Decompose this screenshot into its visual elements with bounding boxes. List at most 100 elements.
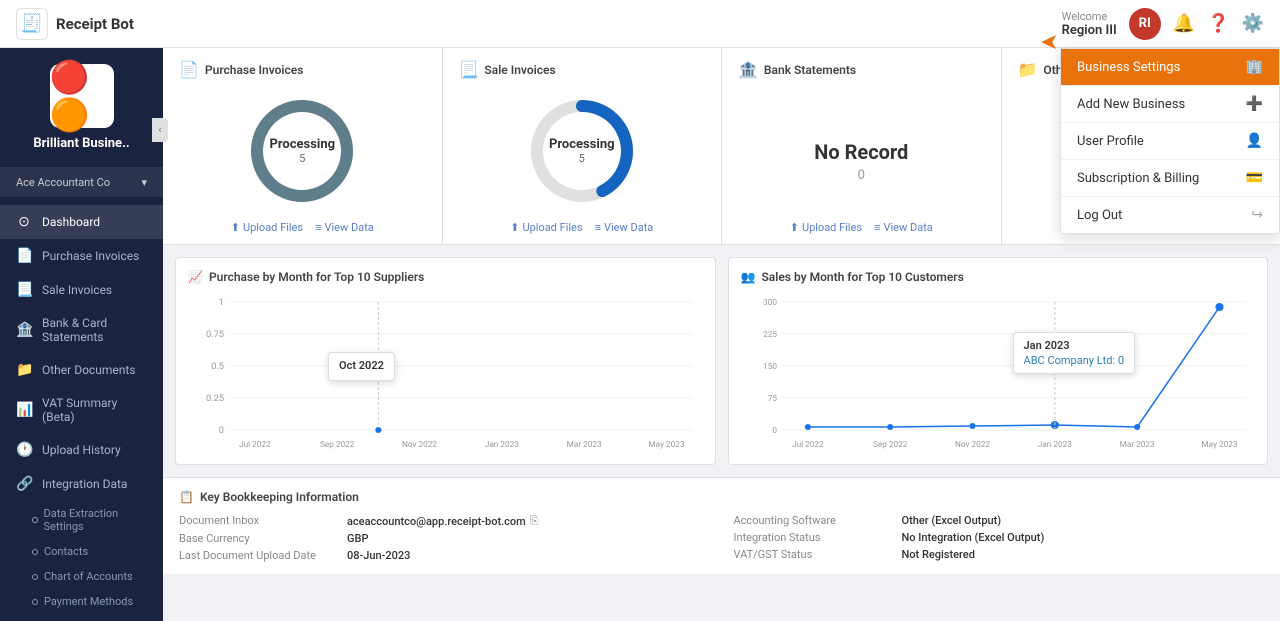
sidebar-item-integration-data[interactable]: 🔗 Integration Data [0, 467, 163, 501]
welcome-text: Welcome [1062, 10, 1117, 23]
topnav-right: Welcome Region III RI 🔔 ❓ ⚙️ [1062, 8, 1264, 40]
sidebar-profile: 🔴🟠 Brilliant Busine.. [0, 48, 163, 168]
svg-text:Sep 2022: Sep 2022 [320, 439, 355, 449]
business-name: Brilliant Busine.. [33, 136, 129, 151]
purchase-invoices-card-title: Purchase Invoices [205, 63, 303, 77]
avatar: RI [1129, 8, 1161, 40]
sidebar-item-upload-history[interactable]: 🕐 Upload History [0, 433, 163, 467]
copy-icon[interactable]: ⎘ [530, 514, 539, 528]
sidebar-item-bank-statements[interactable]: 🏦 Bank & Card Statements [0, 307, 163, 353]
chevron-down-icon: ▾ [141, 176, 147, 189]
card-header: 📃 Sale Invoices [459, 60, 706, 79]
keyinfo-value-vat-status: Not Registered [902, 548, 975, 561]
keyinfo-label-integration: Integration Status [734, 531, 894, 544]
upload-files-button[interactable]: ⬆ Upload Files [790, 221, 862, 234]
dot-icon [32, 574, 38, 580]
sidebar: 🔴🟠 Brilliant Busine.. Ace Accountant Co … [0, 48, 163, 621]
donut-status: Processing [269, 137, 335, 152]
svg-text:300: 300 [763, 297, 777, 307]
sidebar-item-vat-summary[interactable]: 📊 VAT Summary (Beta) [0, 387, 163, 433]
purchase-invoices-donut: Processing 5 [242, 91, 362, 211]
purchase-chart: 📈 Purchase by Month for Top 10 Suppliers… [175, 257, 716, 465]
logout-icon: ↪ [1251, 207, 1263, 223]
sidebar-item-purchase-invoices[interactable]: 📄 Purchase Invoices [0, 239, 163, 273]
upload-files-button[interactable]: ⬆ Upload Files [510, 221, 582, 234]
sidebar-item-other-documents[interactable]: 📁 Other Documents [0, 353, 163, 387]
topnav: 🧾 Receipt Bot Welcome Region III RI 🔔 ❓ … [0, 0, 1280, 48]
sales-chart-area: 300 225 150 75 0 Jul 2022 Sep 2022 Nov 2… [741, 292, 1256, 452]
business-settings-icon: 🏢 [1246, 59, 1263, 75]
sidebar-sub-items: Data Extraction Settings Contacts Chart … [0, 501, 163, 621]
svg-text:Jan 2023: Jan 2023 [1037, 439, 1072, 449]
log-out-label: Log Out [1077, 208, 1122, 223]
no-record-status: No Record [814, 140, 908, 164]
avatar: 🔴🟠 [50, 64, 114, 128]
sidebar-sub-payment-methods[interactable]: Payment Methods [32, 589, 163, 614]
bank-icon: 🏦 [16, 322, 32, 338]
add-business-icon: ➕ [1246, 96, 1263, 112]
sub-label-payment: Payment Methods [44, 595, 133, 608]
card-actions: ⬆ Upload Files ≡ View Data [790, 221, 933, 234]
main-layout: 🔴🟠 Brilliant Busine.. Ace Accountant Co … [0, 48, 1280, 621]
card-actions: ⬆ Upload Files ≡ View Data [510, 221, 653, 234]
sidebar-sub-vat-gst-rates[interactable]: VAT/GST Rates [32, 614, 163, 621]
svg-text:Jan 2023: Jan 2023 [485, 439, 520, 449]
dropdown-item-add-new-business[interactable]: Add New Business ➕ [1061, 86, 1279, 123]
view-data-button[interactable]: ≡ View Data [874, 221, 933, 234]
svg-text:0.25: 0.25 [206, 394, 224, 404]
vat-icon: 📊 [16, 402, 32, 418]
bank-card-title: Bank Statements [764, 63, 856, 77]
donut-count: 5 [549, 152, 615, 165]
sidebar-label-bank: Bank & Card Statements [42, 316, 147, 344]
view-data-button[interactable]: ≡ View Data [315, 221, 374, 234]
card-bank-statements: 🏦 Bank Statements No Record 0 ⬆ Upload F… [722, 48, 1002, 244]
dropdown-item-business-settings[interactable]: Business Settings 🏢 [1061, 49, 1279, 86]
sub-label-contacts: Contacts [44, 545, 88, 558]
sidebar-sub-contacts[interactable]: Contacts [32, 539, 163, 564]
settings-icon[interactable]: ⚙️ [1242, 13, 1264, 34]
sidebar-item-sale-invoices[interactable]: 📃 Sale Invoices [0, 273, 163, 307]
logo: 🧾 Receipt Bot [16, 8, 134, 40]
dashboard-icon: ⊙ [16, 214, 32, 230]
svg-text:Sep 2022: Sep 2022 [873, 439, 908, 449]
sale-invoices-card-title: Sale Invoices [484, 63, 555, 77]
keyinfo-row-vat-status: VAT/GST Status Not Registered [734, 548, 1265, 561]
user-profile-label: User Profile [1077, 134, 1144, 149]
bell-icon[interactable]: 🔔 [1173, 13, 1195, 34]
dropdown-item-user-profile[interactable]: User Profile 👤 [1061, 123, 1279, 160]
keyinfo-row-inbox: Document Inbox aceaccountco@app.receipt-… [179, 514, 710, 528]
keyinfo-value-inbox: aceaccountco@app.receipt-bot.com ⎘ [347, 514, 539, 528]
purchase-chart-icon: 📈 [188, 270, 203, 284]
logo-icon: 🧾 [16, 8, 48, 40]
no-record-count: 0 [858, 168, 865, 183]
sidebar-label-purchase-invoices: Purchase Invoices [42, 249, 139, 263]
svg-text:Jul 2022: Jul 2022 [792, 439, 824, 449]
view-data-button[interactable]: ≡ View Data [595, 221, 654, 234]
dropdown-item-log-out[interactable]: Log Out ↪ [1061, 197, 1279, 233]
svg-text:0.5: 0.5 [211, 362, 224, 372]
dropdown-item-subscription-billing[interactable]: Subscription & Billing 💳 [1061, 160, 1279, 197]
keyinfo-row-integration: Integration Status No Integration (Excel… [734, 531, 1265, 544]
svg-text:Nov 2022: Nov 2022 [955, 439, 990, 449]
upload-history-icon: 🕐 [16, 442, 32, 458]
sidebar-collapse-button[interactable]: ‹ [152, 118, 168, 142]
sidebar-item-dashboard[interactable]: ⊙ Dashboard [0, 205, 163, 239]
svg-text:Nov 2022: Nov 2022 [402, 439, 437, 449]
keyinfo-icon: 📋 [179, 490, 194, 504]
sidebar-account[interactable]: Ace Accountant Co ▾ [0, 168, 163, 197]
billing-icon: 💳 [1246, 170, 1263, 186]
sidebar-sub-chart-of-accounts[interactable]: Chart of Accounts [32, 564, 163, 589]
purchase-chart-title: 📈 Purchase by Month for Top 10 Suppliers [188, 270, 703, 284]
upload-files-button[interactable]: ⬆ Upload Files [231, 221, 303, 234]
mastercard-icon: 🔴🟠 [50, 58, 114, 134]
card-actions: ⬆ Upload Files ≡ View Data [231, 221, 374, 234]
user-icon: 👤 [1246, 133, 1263, 149]
keyinfo-value-integration: No Integration (Excel Output) [902, 531, 1045, 544]
keyinfo-label-upload-date: Last Document Upload Date [179, 549, 339, 562]
keyinfo-value-upload-date: 08-Jun-2023 [347, 549, 410, 562]
other-docs-icon: 📁 [16, 362, 32, 378]
sales-chart: 👥 Sales by Month for Top 10 Customers 30… [728, 257, 1269, 465]
card-header: 📄 Purchase Invoices [179, 60, 426, 79]
sidebar-sub-data-extraction[interactable]: Data Extraction Settings [32, 501, 163, 539]
help-icon[interactable]: ❓ [1207, 13, 1229, 34]
